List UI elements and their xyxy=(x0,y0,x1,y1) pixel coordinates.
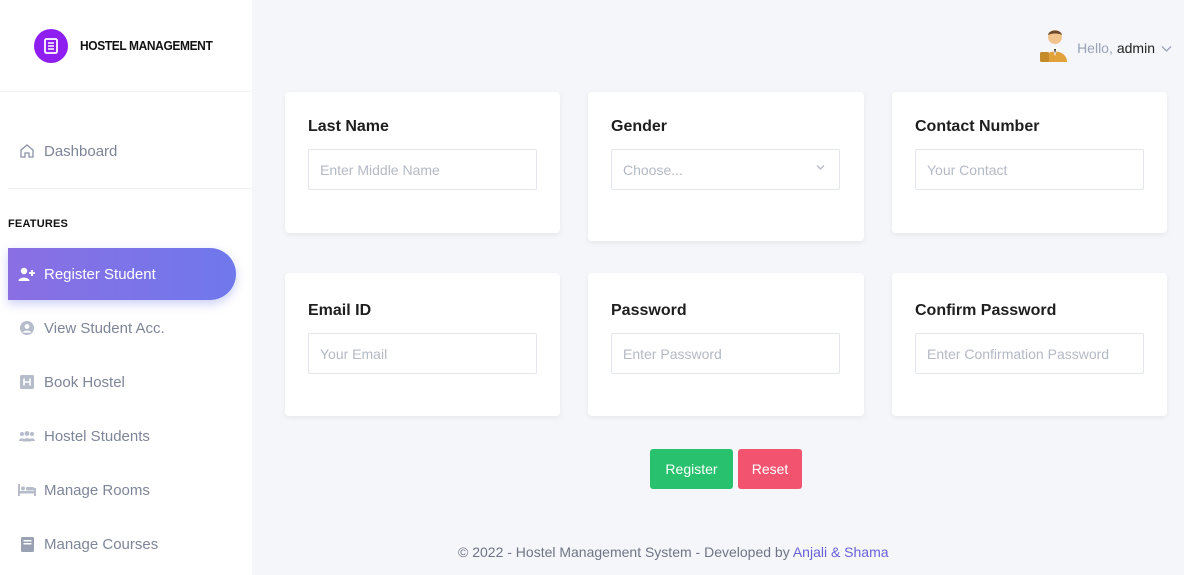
footer-developers-link[interactable]: Anjali & Shama xyxy=(793,544,889,560)
sidebar-item-register-student[interactable]: Register Student xyxy=(8,248,236,300)
section-label-features: FEATURES xyxy=(8,218,69,230)
last-name-field[interactable] xyxy=(308,149,537,190)
card-contact-number: Contact Number xyxy=(892,92,1167,233)
sidebar-item-view-student-acc[interactable]: View Student Acc. xyxy=(8,302,236,354)
sidebar-item-label: Dashboard xyxy=(44,142,118,160)
sidebar-item-label: Register Student xyxy=(44,265,156,283)
bed-icon xyxy=(18,481,36,499)
sidebar-item-book-hostel[interactable]: Book Hostel xyxy=(8,356,236,408)
sidebar-item-label: Hostel Students xyxy=(44,427,150,445)
contact-field[interactable] xyxy=(915,149,1144,190)
field-label: Contact Number xyxy=(915,118,1040,135)
chevron-down-icon xyxy=(1161,40,1172,56)
sidebar-item-label: Manage Rooms xyxy=(44,481,150,499)
reset-button[interactable]: Reset xyxy=(738,449,802,489)
card-gender: Gender Choose... xyxy=(588,92,864,241)
sidebar-item-label: View Student Acc. xyxy=(44,319,165,337)
confirm-password-field[interactable] xyxy=(915,333,1144,374)
password-field[interactable] xyxy=(611,333,840,374)
sidebar-item-manage-courses[interactable]: Manage Courses xyxy=(8,518,236,570)
last-name-input[interactable] xyxy=(320,161,536,178)
username: admin xyxy=(1116,39,1155,56)
top-header: Hello, admin xyxy=(252,0,1184,92)
field-label: Password xyxy=(611,302,687,319)
avatar xyxy=(1039,28,1069,67)
password-input[interactable] xyxy=(623,345,839,362)
field-label: Email ID xyxy=(308,302,372,319)
footer-text: © 2022 - Hostel Management System - Deve… xyxy=(458,544,790,560)
divider xyxy=(8,188,252,189)
greeting-text: Hello, xyxy=(1077,39,1113,56)
sidebar-item-dashboard[interactable]: Dashboard xyxy=(8,125,236,177)
contact-input[interactable] xyxy=(927,161,1143,178)
confirm-password-input[interactable] xyxy=(927,345,1143,362)
sidebar-item-hostel-students[interactable]: Hostel Students xyxy=(8,410,236,462)
chevron-down-icon xyxy=(816,162,825,174)
card-last-name: Last Name xyxy=(285,92,560,233)
register-button[interactable]: Register xyxy=(650,449,733,489)
brand-logo-icon xyxy=(34,28,68,63)
sidebar-item-label: Manage Courses xyxy=(44,535,159,553)
sidebar: HOSTEL MANAGEMENT Dashboard FEATURES Reg… xyxy=(0,0,252,575)
email-input[interactable] xyxy=(320,345,536,362)
user-plus-icon xyxy=(18,265,36,283)
card-email: Email ID xyxy=(285,273,560,416)
field-label: Gender xyxy=(611,118,668,135)
hotel-icon xyxy=(18,373,36,391)
brand[interactable]: HOSTEL MANAGEMENT xyxy=(0,0,252,92)
user-circle-icon xyxy=(18,319,36,337)
home-icon xyxy=(18,142,36,160)
field-label: Last Name xyxy=(308,118,389,135)
footer: © 2022 - Hostel Management System - Deve… xyxy=(458,544,889,560)
email-field[interactable] xyxy=(308,333,537,374)
card-confirm-password: Confirm Password xyxy=(892,273,1167,416)
sidebar-item-manage-rooms[interactable]: Manage Rooms xyxy=(8,464,236,516)
sidebar-item-label: Book Hostel xyxy=(44,373,125,391)
card-password: Password xyxy=(588,273,864,416)
book-icon xyxy=(18,535,36,553)
user-menu[interactable]: Hello, admin xyxy=(1039,28,1172,67)
field-label: Confirm Password xyxy=(915,302,1057,319)
brand-name: HOSTEL MANAGEMENT xyxy=(80,38,213,53)
gender-select[interactable]: Choose... xyxy=(611,149,840,190)
gender-selected-value: Choose... xyxy=(623,161,683,178)
users-icon xyxy=(18,427,36,445)
